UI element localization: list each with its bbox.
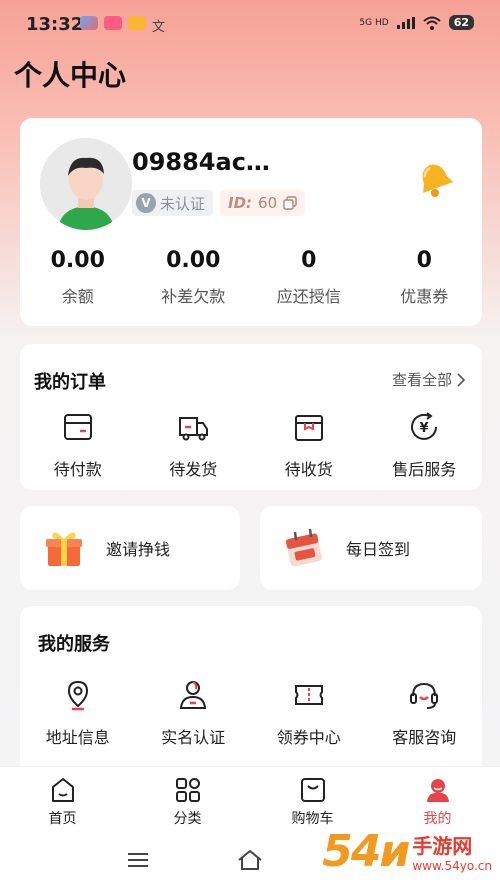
site-watermark-logo: 54и 手游网 www.54yo.cn: [322, 826, 492, 877]
box-icon: [294, 415, 323, 441]
order-pending-shipment[interactable]: 待发货: [136, 410, 252, 480]
app-notification-icon: [104, 16, 122, 30]
app-notification-icon: [80, 16, 98, 30]
ticket-icon: [294, 685, 323, 705]
user-id-box: ID: 60: [220, 190, 306, 216]
stat-value: 0: [301, 248, 317, 273]
order-item-label: 待收货: [284, 460, 333, 479]
order-item-label: 售后服务: [392, 460, 457, 479]
page-title: 个人中心: [14, 59, 127, 92]
orders-title: 我的订单: [34, 372, 106, 393]
home-icon: [51, 777, 74, 802]
status-bar: 13:32 文 5G HD 62: [0, 0, 500, 48]
order-pending-receipt[interactable]: 待收货: [251, 410, 367, 480]
view-all-label: 查看全部: [391, 371, 452, 389]
battery-indicator: 62: [448, 15, 474, 30]
my-orders-card: 我的订单 查看全部 待付款 待发货 待收货 ¥ 售后服务: [20, 344, 482, 490]
stat-label: 应还授信: [276, 287, 341, 306]
invite-earn-label: 邀请挣钱: [106, 540, 171, 559]
chevron-right-icon: [457, 372, 466, 387]
bell-icon[interactable]: [414, 158, 456, 200]
wallet-icon: [63, 414, 92, 440]
service-item-label: 地址信息: [45, 728, 110, 747]
app-notification-icon: [128, 16, 146, 30]
stat-balance[interactable]: 0.00 余额: [20, 248, 136, 307]
menu-icon[interactable]: [126, 850, 150, 870]
profile-icon: [426, 778, 449, 802]
services-title: 我的服务: [38, 634, 110, 655]
status-time: 13:32: [26, 14, 84, 35]
headset-icon: [410, 682, 439, 709]
watermark-logo-mark: 54и: [322, 826, 410, 877]
calendar-icon: [285, 528, 322, 567]
watermark-logo-text: 手游网: [412, 834, 473, 858]
service-real-name-verify[interactable]: 实名认证: [136, 678, 252, 748]
tab-label: 分类: [173, 810, 202, 827]
order-pending-payment[interactable]: 待付款: [20, 410, 136, 480]
service-customer-support[interactable]: 客服咨询: [367, 678, 483, 748]
stat-label: 余额: [61, 287, 94, 306]
stat-value: 0.00: [166, 248, 221, 273]
profile-card: 09884ac… V 未认证 ID: 60 0.00 余额 0.00 补差欠款 …: [20, 118, 482, 326]
order-item-label: 待付款: [53, 460, 102, 479]
order-item-label: 待发货: [169, 460, 218, 479]
account-stats: 0.00 余额 0.00 补差欠款 0 应还授信 0 优惠券: [20, 248, 482, 307]
verify-status-label: 未认证: [160, 194, 206, 213]
stat-value: 0: [416, 248, 432, 273]
stat-credit-due[interactable]: 0 应还授信: [251, 248, 367, 307]
tab-label: 首页: [48, 810, 77, 827]
verify-status-badge[interactable]: V 未认证: [132, 190, 214, 216]
svg-text:¥: ¥: [420, 421, 429, 436]
service-item-label: 实名认证: [161, 728, 226, 747]
category-icon: [175, 777, 200, 802]
avatar[interactable]: [40, 138, 132, 230]
user-verify-icon: [180, 681, 207, 709]
daily-checkin-card[interactable]: 每日签到: [260, 506, 482, 590]
tab-label: 购物车: [291, 810, 334, 827]
watermark-logo-url: www.54yo.cn: [412, 859, 492, 873]
stat-label: 优惠券: [400, 287, 449, 306]
truck-icon: [179, 417, 209, 441]
daily-checkin-label: 每日签到: [346, 540, 411, 559]
location-icon: [67, 680, 88, 711]
stat-arrears[interactable]: 0.00 补差欠款: [136, 248, 252, 307]
signal-icon: [396, 16, 415, 29]
wifi-icon: [423, 16, 441, 30]
tab-home[interactable]: 首页: [0, 767, 125, 836]
text-notification-icon: 文: [152, 20, 166, 35]
stat-label: 补差欠款: [161, 287, 226, 306]
shield-v-icon: V: [136, 193, 156, 213]
copy-icon[interactable]: [283, 196, 297, 210]
id-value: 60: [258, 194, 278, 212]
invite-earn-card[interactable]: 邀请挣钱: [20, 506, 240, 590]
stat-value: 0.00: [50, 248, 105, 273]
service-item-label: 领券中心: [276, 728, 341, 747]
service-address[interactable]: 地址信息: [20, 678, 136, 748]
service-item-label: 客服咨询: [392, 728, 457, 747]
username[interactable]: 09884ac…: [132, 148, 270, 176]
cart-icon: [300, 777, 325, 802]
system-indicators: 5G HD 62: [359, 15, 474, 30]
my-services-card: 我的服务 地址信息 实名认证 领券中心 客服咨询: [20, 606, 482, 786]
view-all-orders-link[interactable]: 查看全部: [392, 369, 466, 390]
network-label: 5G HD: [359, 17, 389, 28]
gift-icon: [46, 532, 82, 566]
tab-label: 我的: [423, 810, 452, 827]
notification-icons: 文: [80, 16, 165, 35]
service-coupon-center[interactable]: 领券中心: [251, 678, 367, 748]
refund-icon: ¥: [411, 412, 438, 440]
avatar-illustration-icon: [40, 138, 132, 230]
home-nav-icon[interactable]: [236, 848, 264, 872]
tab-category[interactable]: 分类: [125, 767, 250, 836]
id-label: ID:: [228, 194, 253, 212]
stat-coupons[interactable]: 0 优惠券: [367, 248, 483, 307]
order-after-sales[interactable]: ¥ 售后服务: [367, 410, 483, 480]
